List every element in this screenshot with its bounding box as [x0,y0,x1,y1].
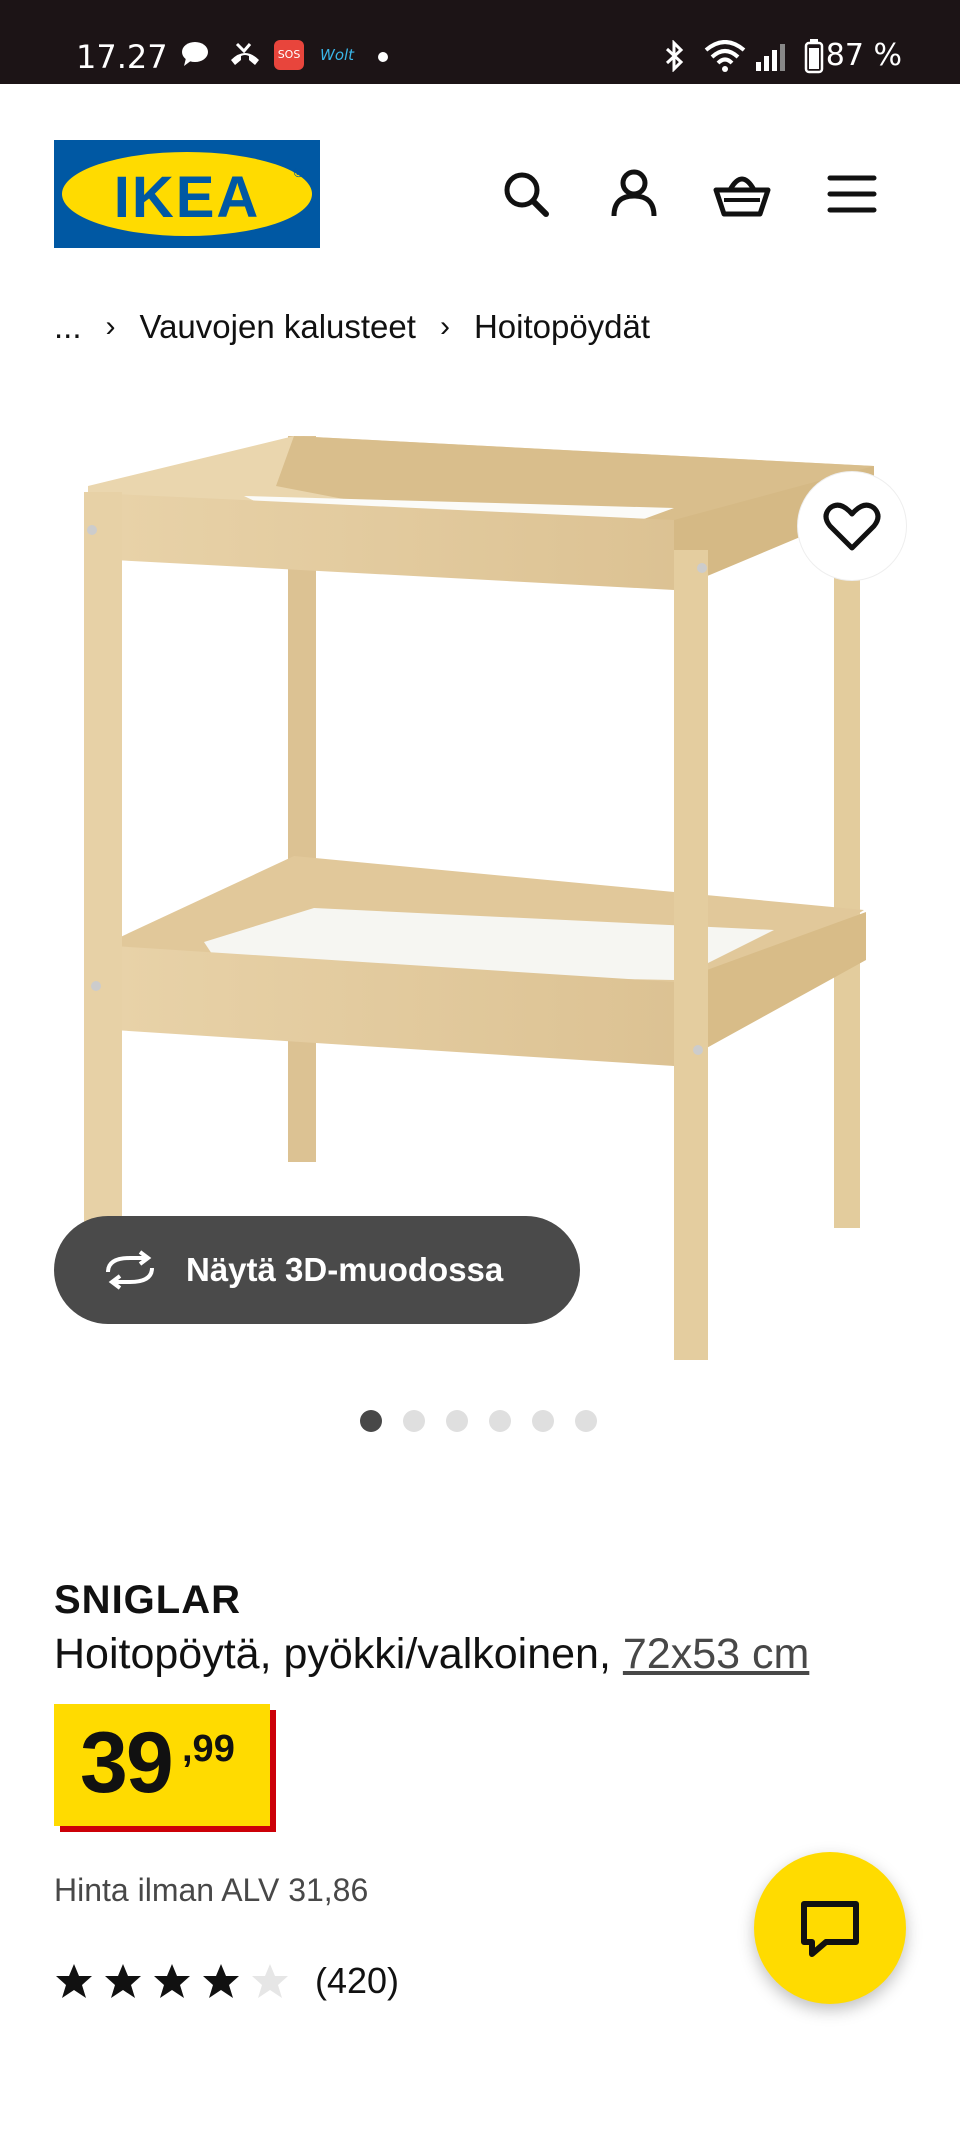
chevron-right-icon: › [105,310,116,343]
star-full-icon [105,1964,141,1998]
price-decimals: ,99 [182,1728,235,1770]
battery-icon [804,38,824,78]
breadcrumb: ... › Vauvojen kalusteet › Hoitopöydät [54,308,650,346]
favorite-button[interactable] [798,472,906,580]
star-full-icon [203,1964,239,1998]
status-bar: 17.27 SOS Wolt 87 % [0,0,960,84]
account-icon[interactable] [604,164,664,224]
wolt-badge: Wolt [320,46,355,64]
rotate-3d-icon [106,1250,154,1290]
search-icon[interactable] [496,164,556,224]
pagination-dot[interactable] [403,1410,425,1432]
pagination-dot[interactable] [446,1410,468,1432]
ikea-logo[interactable]: IKEA ® [54,140,320,248]
breadcrumb-item-baby-furniture[interactable]: Vauvojen kalusteet [140,308,416,346]
status-time: 17.27 [76,38,168,76]
signal-icon [754,42,788,76]
price-excl-vat: Hinta ilman ALV 31,86 [54,1872,369,1908]
menu-icon[interactable] [822,164,882,224]
pagination-dot[interactable] [360,1410,382,1432]
product-description: Hoitopöytä, pyökki/valkoinen, 72x53 cm [54,1630,809,1679]
chat-button[interactable] [754,1852,906,2004]
messages-icon [180,40,210,72]
view-3d-label: Näytä 3D-muodossa [186,1251,504,1288]
heart-icon [823,502,881,551]
star-full-icon [154,1964,190,1998]
product-type: Hoitopöytä, pyökki/valkoinen, [54,1630,623,1678]
chat-icon [801,1901,859,1957]
pagination-dot[interactable] [489,1410,511,1432]
view-3d-button[interactable]: Näytä 3D-muodossa [54,1216,580,1324]
pagination-dot[interactable] [532,1410,554,1432]
logo-text: IKEA [113,165,261,230]
notification-dot-icon [378,52,388,62]
chevron-right-icon: › [439,310,450,343]
battery-percent: 87 % [825,38,902,73]
star-empty-icon [252,1964,288,1998]
rating[interactable]: (420) [54,1960,399,2002]
image-pagination [360,1410,597,1432]
sos-badge: SOS [274,40,304,70]
basket-icon[interactable] [712,164,772,224]
breadcrumb-ellipsis[interactable]: ... [54,308,82,346]
bluetooth-icon [664,39,686,76]
product-name: SNIGLAR [54,1578,241,1622]
size-link[interactable]: 72x53 cm [623,1630,809,1678]
price-main: 39 [80,1715,174,1811]
breadcrumb-item-changing-tables[interactable]: Hoitopöydät [474,308,650,346]
missed-call-icon [228,40,262,72]
pagination-dot[interactable] [575,1410,597,1432]
wifi-icon [704,40,746,76]
star-full-icon [56,1964,92,1998]
price-tag: 39 ,99 [54,1704,270,1826]
review-count: (420) [315,1960,400,2001]
